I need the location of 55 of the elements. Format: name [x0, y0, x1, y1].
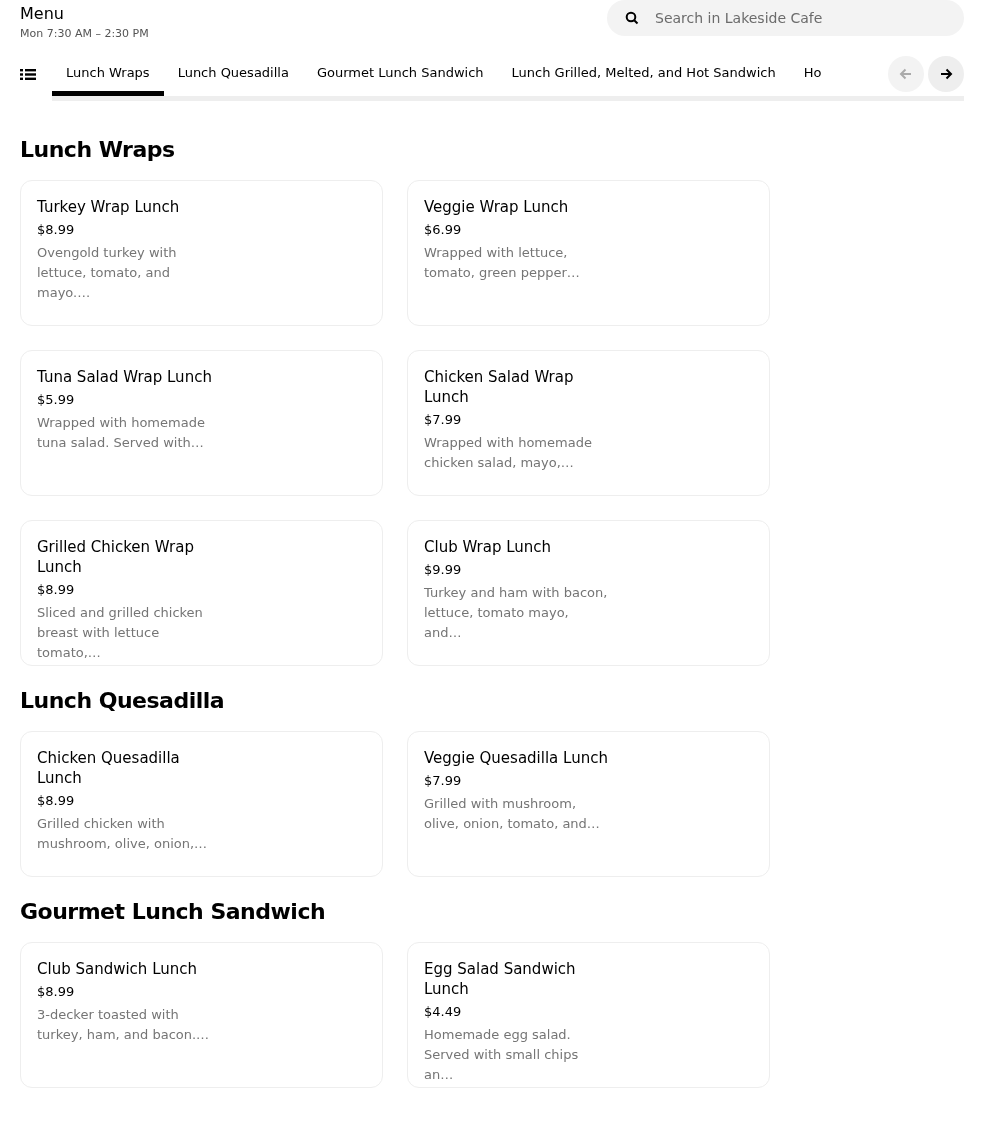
arrow-right-icon — [938, 66, 954, 82]
item-name: Club Wrap Lunch — [424, 537, 553, 557]
section-heading: Lunch Wraps — [20, 137, 176, 162]
item-price: $7.99 — [424, 411, 463, 429]
menu-item-card[interactable]: Club Sandwich Lunch $8.99 3-decker toasted with turkey, ham, and bacon.… — [20, 942, 383, 1088]
item-price: $7.99 — [424, 772, 463, 790]
category-tab[interactable]: Lunch Quesadilla — [163, 54, 303, 96]
page-title: Menu — [20, 4, 65, 24]
category-tab[interactable]: Lunch Wraps — [52, 54, 164, 96]
item-description: Wrapped with lettuce, tomato, green pepper… — [424, 244, 581, 282]
item-description: Grilled with mushroom, olive, onion, tomato, and… — [424, 795, 601, 833]
item-name: Club Sandwich Lunch — [37, 959, 198, 979]
category-tab[interactable]: Ho — [789, 54, 836, 96]
category-tab[interactable]: Lunch Grilled, Melted, and Hot Sandwich — [497, 54, 790, 96]
item-name: Chicken Salad Wrap Lunch — [424, 367, 575, 407]
category-tab[interactable]: Gourmet Lunch Sandwich — [302, 54, 498, 96]
item-description: Grilled chicken with mushroom, olive, onion,… — [37, 815, 209, 853]
item-price: $8.99 — [37, 221, 76, 239]
section-heading: Gourmet Lunch Sandwich — [20, 899, 327, 924]
item-description: 3-decker toasted with turkey, ham, and bacon.… — [37, 1006, 211, 1044]
list-icon — [20, 67, 36, 81]
item-price: $4.49 — [424, 1003, 463, 1021]
item-price: $9.99 — [424, 561, 463, 579]
item-price: $8.99 — [37, 792, 76, 810]
menu-item-card[interactable]: Chicken Salad Wrap Lunch $7.99 Wrapped with homemade chicken salad, mayo,… — [407, 350, 770, 496]
menu-item-card[interactable]: Veggie Wrap Lunch $6.99 Wrapped with lettuce, tomato, green pepper… — [407, 180, 770, 326]
item-name: Veggie Wrap Lunch — [424, 197, 570, 217]
search-field[interactable]: Search in Lakeside Cafe — [607, 0, 964, 36]
menu-item-card[interactable]: Club Wrap Lunch $9.99 Turkey and ham with bacon, lettuce, tomato mayo, and… — [407, 520, 770, 666]
item-name: Grilled Chicken Wrap Lunch — [37, 537, 195, 577]
arrow-left-icon — [898, 66, 914, 82]
item-name: Turkey Wrap Lunch — [37, 197, 181, 217]
item-name: Tuna Salad Wrap Lunch — [37, 367, 213, 387]
store-hours: Mon 7:30 AM – 2:30 PM — [20, 27, 149, 40]
item-description: Sliced and grilled chicken breast with lettuce tomato,… — [37, 604, 204, 662]
item-description: Wrapped with homemade tuna salad. Served with… — [37, 414, 206, 452]
item-description: Turkey and ham with bacon, lettuce, tomato mayo, and… — [424, 584, 609, 642]
menu-item-card[interactable]: Veggie Quesadilla Lunch $7.99 Grilled with mushroom, olive, onion, tomato, and… — [407, 731, 770, 877]
menu-item-card[interactable]: Chicken Quesadilla Lunch $8.99 Grilled chicken with mushroom, olive, onion,… — [20, 731, 383, 877]
item-description: Homemade egg salad. Served with small chips an… — [424, 1026, 580, 1084]
item-name: Veggie Quesadilla Lunch — [424, 748, 609, 768]
item-price: $8.99 — [37, 983, 76, 1001]
section-heading: Lunch Quesadilla — [20, 688, 226, 713]
item-description: Ovengold turkey with lettuce, tomato, and mayo.… — [37, 244, 178, 302]
menu-item-card[interactable]: Tuna Salad Wrap Lunch $5.99 Wrapped with homemade tuna salad. Served with… — [20, 350, 383, 496]
item-description: Wrapped with homemade chicken salad, mayo,… — [424, 434, 593, 472]
menu-item-card[interactable]: Turkey Wrap Lunch $8.99 Ovengold turkey with lettuce, tomato, and mayo.… — [20, 180, 383, 326]
item-price: $6.99 — [424, 221, 463, 239]
item-name: Chicken Quesadilla Lunch — [37, 748, 181, 788]
menu-item-card[interactable]: Egg Salad Sandwich Lunch $4.49 Homemade egg salad. Served with small chips an… — [407, 942, 770, 1088]
item-name: Egg Salad Sandwich Lunch — [424, 959, 577, 999]
scroll-right-button[interactable] — [928, 56, 964, 92]
item-price: $8.99 — [37, 581, 76, 599]
menu-item-card[interactable]: Grilled Chicken Wrap Lunch $8.99 Sliced and grilled chicken breast with lettuce tomato,… — [20, 520, 383, 666]
item-price: $5.99 — [37, 391, 76, 409]
